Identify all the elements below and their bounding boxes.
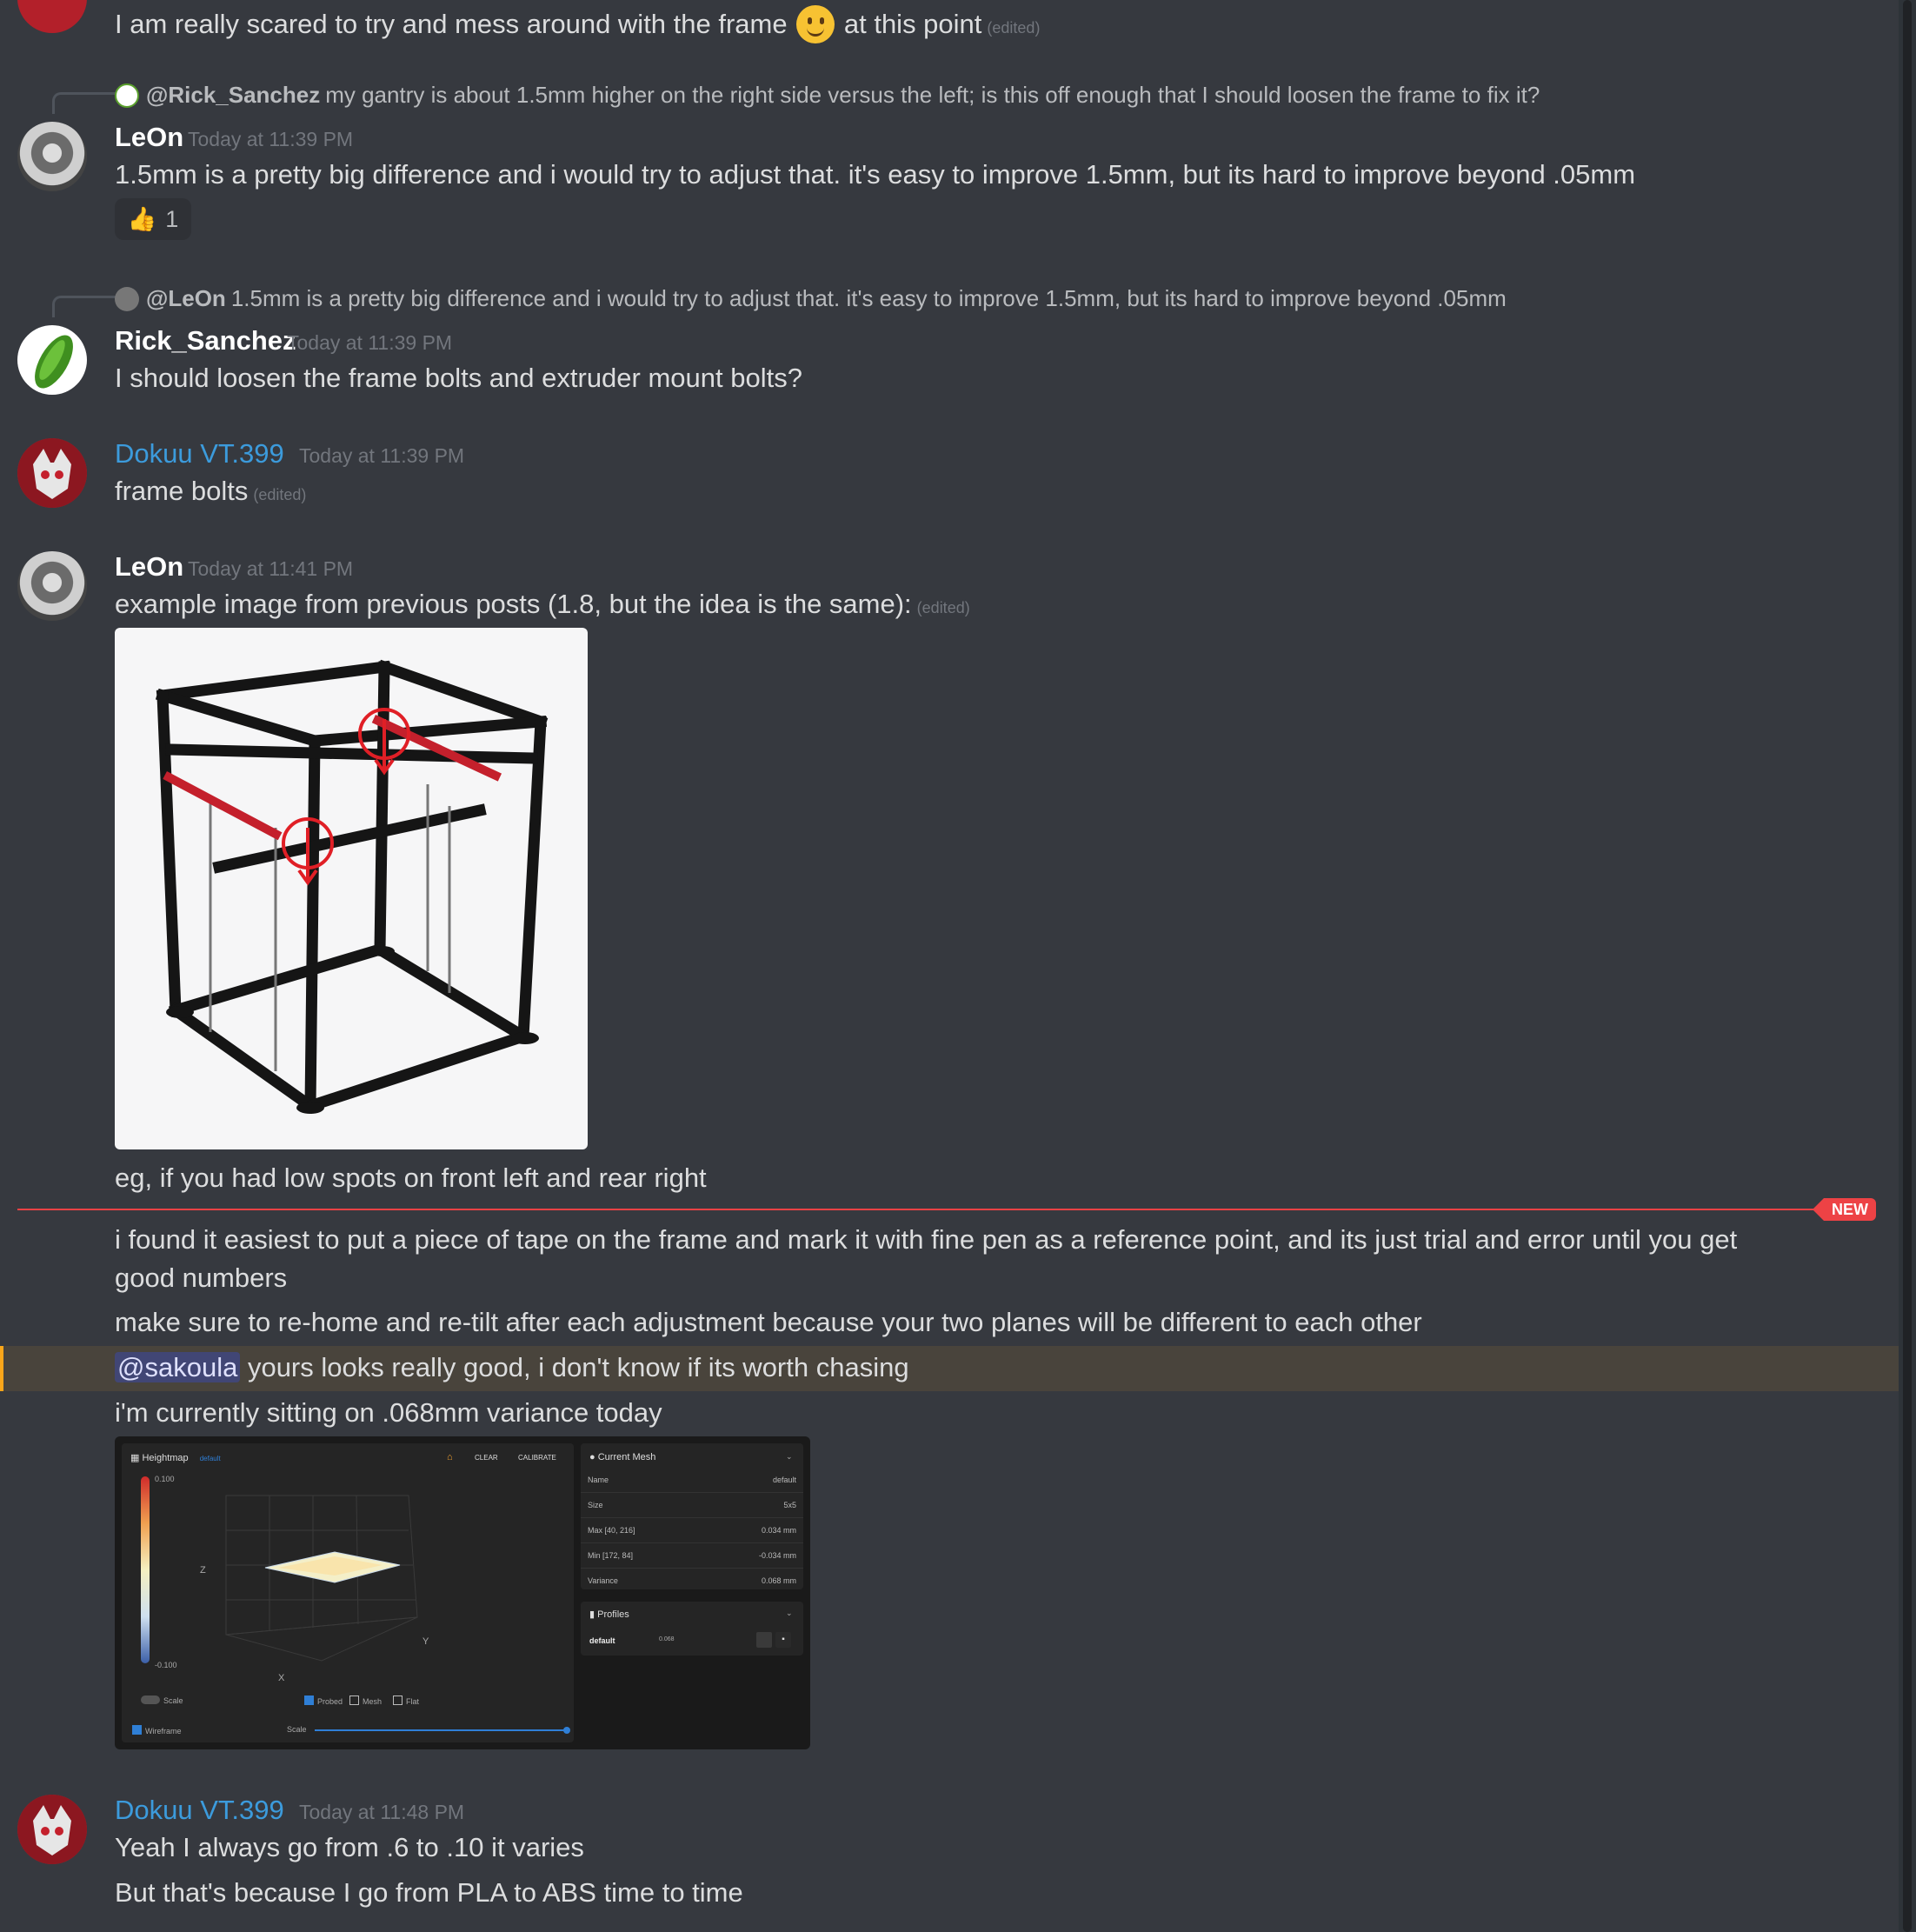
checkbox-icon [393,1695,402,1705]
slider-handle[interactable] [563,1727,570,1734]
probed-checkbox[interactable]: Probed [304,1695,343,1706]
new-messages-divider [17,1209,1817,1210]
chevron-down-icon[interactable]: ⌄ [786,1609,793,1618]
thumbs-up-icon: 👍 [127,206,157,232]
toggle-icon [141,1695,160,1704]
scale-slider[interactable] [315,1727,570,1734]
heightmap-screenshot[interactable]: ▦ Heightmap default ⌂ CLEAR CALIBRATE 0.… [115,1436,810,1749]
profiles-title: ▮ Profiles [589,1609,629,1620]
edited-tag: (edited) [916,599,970,616]
timestamp: Today at 11:41 PM [188,557,354,580]
avatar-rick[interactable] [17,325,87,395]
message-text: @sakoula yours looks really good, i don'… [115,1349,909,1386]
timestamp: Today at 11:39 PM [188,128,354,150]
scrollbar[interactable] [1899,0,1916,1932]
checkbox-icon [349,1695,359,1705]
scale-toggle[interactable]: Scale [141,1695,183,1705]
timestamp: Today at 11:48 PM [299,1801,465,1823]
current-mesh-title: ● Current Mesh [589,1452,656,1462]
reply-connector [52,92,116,114]
wireframe-checkbox[interactable]: Wireframe [132,1725,182,1735]
chart-icon: ▮ [589,1609,595,1620]
message-text: eg, if you had low spots on front left a… [115,1163,707,1193]
scrollbar-thumb[interactable] [1903,0,1912,1932]
message-text: make sure to re-home and re-tilt after e… [115,1307,1422,1337]
slightly-smiling-face-icon [796,5,835,43]
mesh-row: Min [172, 84] -0.034 mm [581,1543,803,1569]
username-leon[interactable]: LeOn [115,120,183,155]
message-text: frame bolts (edited) [115,476,307,506]
message-text: But that's because I go from PLA to ABS … [115,1877,743,1908]
user-mention[interactable]: @sakoula [115,1352,241,1382]
username-leon[interactable]: LeOn [115,550,183,584]
avatar-dokuu[interactable] [17,438,87,508]
trash-icon[interactable]: ▪ [775,1632,791,1648]
avatar-leon[interactable] [17,122,87,191]
chevron-down-icon[interactable]: ⌄ [786,1452,793,1462]
message-text: Yeah I always go from .6 to .10 it varie… [115,1832,584,1862]
current-mesh-card: ● Current Mesh ⌄ Name default Size 5x5 Max… [581,1443,803,1589]
checkbox-checked-icon [132,1725,142,1735]
mesh-checkbox[interactable]: Mesh [349,1695,382,1706]
reaction-thumbs-up[interactable]: 👍 1 [115,198,191,240]
mesh-row: Size 5x5 [581,1493,803,1518]
flat-checkbox[interactable]: Flat [393,1695,419,1706]
mesh-row: Variance 0.068 mm [588,1576,796,1585]
timestamp: Today at 11:39 PM [287,331,453,354]
profile-value: 0.068 [659,1636,675,1642]
message-text: I am really scared to try and mess aroun… [115,5,1040,46]
reply-avatar [115,287,139,311]
timestamp: Today at 11:39 PM [299,444,465,467]
x-axis-label: X [278,1673,285,1683]
message-text: i'm currently sitting on .068mm variance… [115,1397,662,1428]
username-rick-sanchez[interactable]: Rick_Sanchez [115,323,296,358]
message-text: I should loosen the frame bolts and extr… [115,363,802,393]
edited-tag: (edited) [253,486,307,503]
reaction-count: 1 [165,205,179,232]
reply-preview[interactable]: @LeOn 1.5mm is a pretty big difference an… [115,283,1507,313]
y-axis-label: Y [422,1636,429,1647]
mesh-row: Max [40, 216] 0.034 mm [581,1518,803,1543]
checkbox-checked-icon [304,1695,314,1705]
message-text: example image from previous posts (1.8, … [115,589,970,619]
avatar-leon[interactable] [17,551,87,621]
info-icon: ● [589,1452,595,1462]
heightmap-3d-plot [225,1495,418,1662]
username-dokuu[interactable]: Dokuu VT.399 [115,1793,284,1828]
profile-load-button[interactable] [756,1632,772,1648]
message-text: 1.5mm is a pretty big difference and i w… [115,159,1636,190]
reply-preview[interactable]: @Rick_Sanchez my gantry is about 1.5mm hi… [115,80,1540,110]
heightmap-card: ▦ Heightmap default ⌂ CLEAR CALIBRATE 0.… [122,1443,574,1742]
z-axis-label: Z [200,1565,206,1576]
new-badge: NEW [1813,1198,1876,1221]
username-dokuu[interactable]: Dokuu VT.399 [115,436,284,471]
reply-connector [52,296,116,317]
avatar-dokuu[interactable] [17,1795,87,1864]
message-text: i found it easiest to put a piece of tap… [115,1224,1738,1293]
reply-avatar [115,83,139,108]
avatar-dokuu[interactable] [17,0,87,33]
edited-tag: (edited) [987,19,1041,37]
profile-name[interactable]: default [589,1636,615,1645]
profiles-card: ▮ Profiles ⌄ default 0.068 ▪ [581,1602,803,1656]
scale-slider-label: Scale [287,1725,307,1734]
printer-frame-image[interactable] [115,628,588,1149]
mesh-row: Name default [581,1468,803,1493]
